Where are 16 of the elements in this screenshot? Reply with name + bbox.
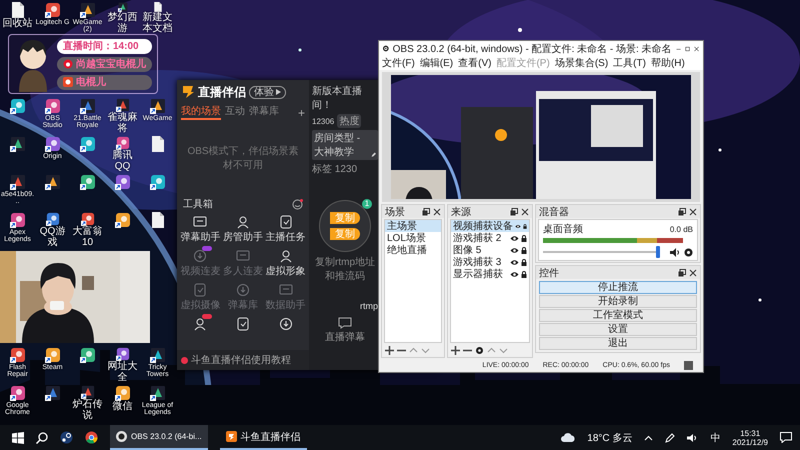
cloud-icon — [561, 433, 576, 442]
windows-icon[interactable] — [12, 432, 24, 444]
taskbar-button[interactable]: 斗鱼直播伴侣 — [220, 425, 307, 450]
app-icon — [226, 431, 237, 442]
weather-text: 18°C 多云 — [587, 432, 632, 444]
taskbar-button[interactable]: OBS 23.0.2 (64-bi... — [110, 425, 208, 450]
speaker-icon[interactable] — [687, 432, 698, 442]
search-icon[interactable] — [36, 432, 48, 444]
steam-icon[interactable] — [60, 431, 73, 444]
input-method-indicator[interactable]: 中 — [710, 430, 720, 444]
pen-icon[interactable] — [665, 432, 676, 442]
clock[interactable]: 15:31 2021/12/9 — [732, 428, 768, 446]
chrome-icon[interactable] — [85, 431, 98, 444]
chevron-up-icon[interactable] — [644, 434, 654, 440]
logo-icon — [116, 431, 127, 442]
notification-icon[interactable] — [780, 432, 792, 443]
